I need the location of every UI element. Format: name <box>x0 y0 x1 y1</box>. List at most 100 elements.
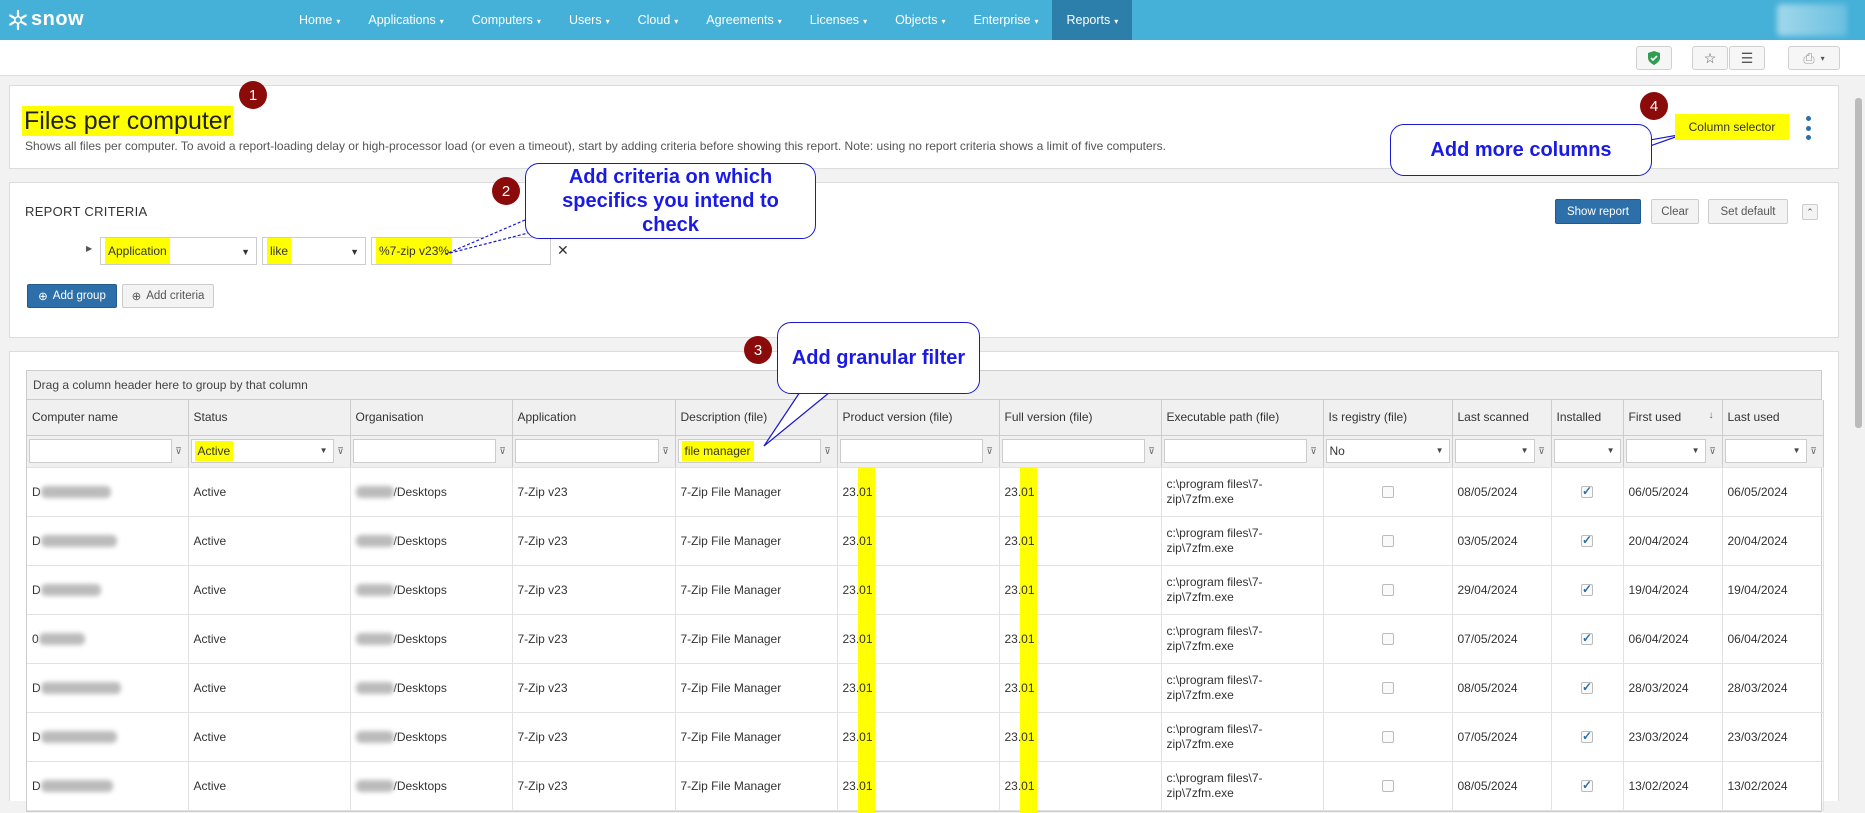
column-header-organisation[interactable]: Organisation <box>350 400 513 436</box>
clear-button[interactable]: Clear <box>1651 199 1699 224</box>
filter-icon[interactable]: ⊽ <box>1145 446 1159 457</box>
add-criteria-button[interactable]: ⊕ Add criteria <box>122 284 214 308</box>
column-header-is-registry[interactable]: Is registry (file) <box>1323 400 1453 436</box>
cell-organisation: /Desktops <box>350 516 513 566</box>
nav-applications[interactable]: Applications ▾ <box>354 0 457 40</box>
table-row[interactable]: D Active/Desktops 7-Zip v23 7-Zip File Mana… <box>27 466 1824 519</box>
filter-last-scanned[interactable]: ▼ <box>1454 439 1535 463</box>
table-row[interactable]: D Active/Desktops 7-Zip v23 7-Zip File Mana… <box>27 760 1824 813</box>
cell-installed <box>1551 712 1624 762</box>
chevron-down-icon: ▼ <box>1520 446 1529 455</box>
user-menu-blurred[interactable] <box>1777 4 1847 36</box>
column-header-installed[interactable]: Installed <box>1551 400 1624 436</box>
criteria-operator-select[interactable]: like ▼ <box>262 237 366 265</box>
filter-icon[interactable]: ⊽ <box>659 446 673 457</box>
collapse-panel-icon[interactable]: ⌃ <box>1802 204 1818 220</box>
bookmark-button[interactable]: ☆ <box>1692 46 1728 70</box>
table-row[interactable]: D Active/Desktops 7-Zip v23 7-Zip File Mana… <box>27 515 1824 568</box>
filter-icon[interactable]: ⊽ <box>172 446 186 457</box>
filter-icon[interactable]: ⊽ <box>1706 446 1720 457</box>
filter-icon[interactable]: ⊽ <box>1307 446 1321 457</box>
column-selector-button[interactable]: Column selector <box>1675 114 1789 140</box>
cell-executable-path: c:\program files\7-zip\7zfm.exe <box>1161 761 1324 811</box>
nav-cloud[interactable]: Cloud ▾ <box>624 0 693 40</box>
show-report-button[interactable]: Show report <box>1555 199 1641 224</box>
filter-icon[interactable]: ⊽ <box>1807 446 1821 457</box>
more-options-icon[interactable] <box>1803 116 1813 140</box>
column-header-last-scanned[interactable]: Last scanned <box>1452 400 1552 436</box>
column-header-computer-name[interactable]: Computer name <box>27 400 189 436</box>
expand-arrow-icon[interactable]: ▶ <box>86 244 92 253</box>
print-button[interactable]: ⎙ ▾ <box>1788 46 1840 70</box>
chevron-down-icon: ▼ <box>350 247 359 257</box>
filter-status[interactable]: Active ▼ <box>190 439 334 463</box>
cell-installed <box>1551 761 1624 811</box>
add-group-button[interactable]: ⊕ Add group <box>27 284 117 308</box>
filter-full-version[interactable] <box>1001 439 1145 463</box>
nav-agreements[interactable]: Agreements ▾ <box>692 0 795 40</box>
page-scrollbar-thumb[interactable] <box>1855 98 1862 428</box>
cell-product-version: 23.01 <box>837 564 1000 617</box>
table-row[interactable]: 0 Active/Desktops 7-Zip v23 7-Zip File Mana… <box>27 613 1824 666</box>
registry-checkbox <box>1381 584 1394 597</box>
table-row[interactable]: D Active/Desktops 7-Zip v23 7-Zip File Mana… <box>27 711 1824 764</box>
nav-home[interactable]: Home ▾ <box>285 0 354 40</box>
criteria-section-label: REPORT CRITERIA <box>25 204 148 219</box>
cell-first-used: 06/05/2024 <box>1623 467 1723 517</box>
nav-reports[interactable]: Reports ▾ <box>1052 0 1133 40</box>
column-header-application[interactable]: Application <box>512 400 676 436</box>
cell-last-used: 06/05/2024 <box>1722 467 1824 517</box>
filter-last-used[interactable]: ▼ <box>1724 439 1807 463</box>
filter-product-version[interactable] <box>839 439 983 463</box>
nav-licenses[interactable]: Licenses ▾ <box>796 0 881 40</box>
chevron-down-icon: ▾ <box>1034 17 1039 26</box>
column-header-status[interactable]: Status <box>188 400 351 436</box>
nav-computers[interactable]: Computers ▾ <box>458 0 555 40</box>
chevron-down-icon: ▼ <box>319 446 328 455</box>
cell-product-version: 23.01 <box>837 613 1000 666</box>
cell-is-registry <box>1323 614 1453 664</box>
column-header-full-version[interactable]: Full version (file) <box>999 400 1162 436</box>
filter-icon[interactable]: ⊽ <box>983 446 997 457</box>
nav-objects[interactable]: Objects ▾ <box>881 0 959 40</box>
nav-enterprise[interactable]: Enterprise ▾ <box>959 0 1052 40</box>
cell-application: 7-Zip v23 <box>512 712 676 762</box>
filter-organisation[interactable] <box>352 439 496 463</box>
cell-last-used: 28/03/2024 <box>1722 663 1824 713</box>
cell-is-registry <box>1323 761 1453 811</box>
print-icon: ⎙ <box>1803 49 1815 66</box>
cell-status: Active <box>188 516 351 566</box>
filter-installed[interactable]: ▼ <box>1553 439 1621 463</box>
installed-checkbox <box>1581 484 1593 499</box>
callout-add-criteria: Add criteria on which specifics you inte… <box>525 163 816 239</box>
filter-computer-name[interactable] <box>29 439 172 463</box>
criteria-field-select[interactable]: Application ▼ <box>100 237 257 265</box>
filter-is-registry[interactable]: No ▼ <box>1325 439 1450 463</box>
column-header-executable-path[interactable]: Executable path (file) <box>1161 400 1324 436</box>
column-header-first-used[interactable]: First used ↓ <box>1623 400 1723 436</box>
favorite-check-button[interactable] <box>1636 46 1672 70</box>
cell-application: 7-Zip v23 <box>512 761 676 811</box>
table-row[interactable]: D Active/Desktops 7-Zip v23 7-Zip File Mana… <box>27 564 1824 617</box>
filter-first-used[interactable]: ▼ <box>1625 439 1706 463</box>
filter-icon[interactable]: ⊽ <box>1535 446 1549 457</box>
snow-logo[interactable]: snow <box>8 8 84 31</box>
filter-executable-path[interactable] <box>1163 439 1307 463</box>
filter-application[interactable] <box>514 439 659 463</box>
chevron-down-icon: ▼ <box>1606 446 1615 455</box>
nav-users[interactable]: Users ▾ <box>555 0 624 40</box>
cell-computer-name: D <box>27 663 189 713</box>
cell-product-version: 23.01 <box>837 466 1000 519</box>
column-header-product-version[interactable]: Product version (file) <box>837 400 1000 436</box>
cell-last-scanned: 08/05/2024 <box>1452 467 1552 517</box>
remove-criteria-icon[interactable]: ✕ <box>557 242 569 259</box>
cell-installed <box>1551 516 1624 566</box>
table-row[interactable]: D Active/Desktops 7-Zip v23 7-Zip File Mana… <box>27 662 1824 715</box>
set-default-button[interactable]: Set default <box>1708 199 1788 224</box>
checklist-button[interactable]: ☰ <box>1729 46 1765 70</box>
filter-icon[interactable]: ⊽ <box>334 446 348 457</box>
top-navigation-bar: snow Home ▾ Applications ▾ Computers ▾ User… <box>0 0 1865 40</box>
cell-application: 7-Zip v23 <box>512 516 676 566</box>
column-header-last-used[interactable]: Last used <box>1722 400 1824 436</box>
filter-icon[interactable]: ⊽ <box>496 446 510 457</box>
